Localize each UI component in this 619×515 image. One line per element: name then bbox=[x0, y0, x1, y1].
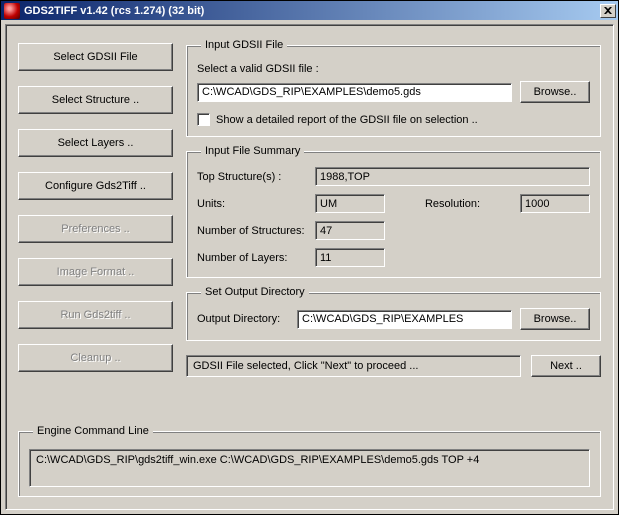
top-structures-label: Top Structure(s) : bbox=[197, 171, 307, 183]
detailed-report-label: Show a detailed report of the GDSII file… bbox=[216, 114, 478, 126]
status-text: GDSII File selected, Click "Next" to pro… bbox=[186, 355, 521, 377]
units-label: Units: bbox=[197, 198, 307, 210]
image-format-button[interactable]: Image Format .. bbox=[18, 258, 173, 286]
resolution-label: Resolution: bbox=[393, 198, 512, 210]
select-structure-button[interactable]: Select Structure .. bbox=[18, 86, 173, 114]
sidebar: Select GDSII File Select Structure .. Se… bbox=[18, 43, 173, 372]
run-gds2tiff-button[interactable]: Run Gds2tiff .. bbox=[18, 301, 173, 329]
output-directory-input[interactable]: C:\WCAD\GDS_RIP\EXAMPLES bbox=[297, 310, 512, 329]
command-line-group: Engine Command Line C:\WCAD\GDS_RIP\gds2… bbox=[18, 425, 601, 497]
num-layers-label: Number of Layers: bbox=[197, 252, 307, 264]
configure-gds2tiff-button[interactable]: Configure Gds2Tiff .. bbox=[18, 172, 173, 200]
app-icon bbox=[4, 3, 20, 19]
cleanup-button[interactable]: Cleanup .. bbox=[18, 344, 173, 372]
browse-output-button[interactable]: Browse.. bbox=[520, 308, 590, 330]
browse-input-button[interactable]: Browse.. bbox=[520, 81, 590, 103]
input-gdsii-group: Input GDSII File Select a valid GDSII fi… bbox=[186, 39, 601, 137]
main-area: Input GDSII File Select a valid GDSII fi… bbox=[186, 39, 601, 415]
num-structures-label: Number of Structures: bbox=[197, 225, 307, 237]
window: GDS2TIFF v1.42 (rcs 1.274) (32 bit) Sele… bbox=[0, 0, 619, 515]
input-summary-group: Input File Summary Top Structure(s) : 19… bbox=[186, 145, 601, 278]
main-panel: Select GDSII File Select Structure .. Se… bbox=[5, 24, 614, 510]
select-gdsii-file-button[interactable]: Select GDSII File bbox=[18, 43, 173, 71]
output-directory-legend: Set Output Directory bbox=[201, 286, 309, 298]
num-structures-field: 47 bbox=[315, 221, 385, 240]
command-line-legend: Engine Command Line bbox=[33, 425, 153, 437]
input-gdsii-legend: Input GDSII File bbox=[201, 39, 287, 51]
output-directory-group: Set Output Directory Output Directory: C… bbox=[186, 286, 601, 341]
units-field: UM bbox=[315, 194, 385, 213]
close-button[interactable] bbox=[600, 4, 616, 18]
window-title: GDS2TIFF v1.42 (rcs 1.274) (32 bit) bbox=[24, 5, 204, 17]
preferences-button[interactable]: Preferences .. bbox=[18, 215, 173, 243]
titlebar: GDS2TIFF v1.42 (rcs 1.274) (32 bit) bbox=[1, 1, 618, 20]
detailed-report-checkbox[interactable] bbox=[197, 113, 210, 126]
top-structures-field: 1988,TOP bbox=[315, 167, 590, 186]
select-file-label: Select a valid GDSII file : bbox=[197, 61, 590, 77]
num-layers-field: 11 bbox=[315, 248, 385, 267]
output-directory-label: Output Directory: bbox=[197, 313, 289, 325]
input-summary-legend: Input File Summary bbox=[201, 145, 304, 157]
gdsii-path-input[interactable]: C:\WCAD\GDS_RIP\EXAMPLES\demo5.gds bbox=[197, 83, 512, 102]
select-layers-button[interactable]: Select Layers .. bbox=[18, 129, 173, 157]
resolution-field: 1000 bbox=[520, 194, 590, 213]
next-button[interactable]: Next .. bbox=[531, 355, 601, 377]
command-line-field: C:\WCAD\GDS_RIP\gds2tiff_win.exe C:\WCAD… bbox=[29, 449, 590, 487]
